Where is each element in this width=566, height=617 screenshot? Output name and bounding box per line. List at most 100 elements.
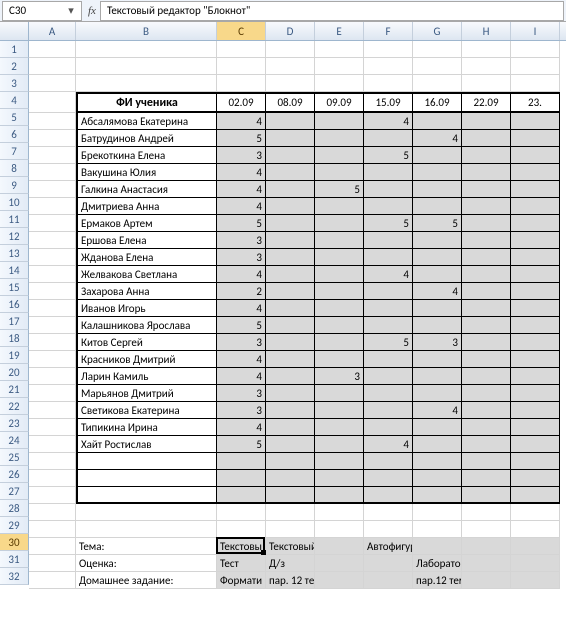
cell[interactable] — [462, 470, 511, 487]
row-header-25[interactable]: 25 — [0, 449, 29, 466]
grade-cell[interactable]: 4 — [364, 436, 413, 453]
cell[interactable] — [511, 521, 560, 538]
student-name[interactable]: Хайт Ростислав — [76, 436, 217, 453]
grade-cell[interactable] — [266, 436, 315, 453]
cell[interactable] — [76, 521, 217, 538]
grade-cell[interactable]: 4 — [217, 164, 266, 181]
cell[interactable] — [29, 334, 76, 351]
cell[interactable] — [29, 504, 76, 521]
grade-cell[interactable]: 2 — [217, 283, 266, 300]
cell[interactable] — [315, 521, 364, 538]
cell[interactable] — [217, 504, 266, 521]
grade-cell[interactable] — [462, 198, 511, 215]
row-header-27[interactable]: 27 — [0, 483, 29, 500]
grade-cell[interactable] — [364, 317, 413, 334]
row-header-14[interactable]: 14 — [0, 262, 29, 279]
grade-cell[interactable] — [511, 300, 560, 317]
grade-cell[interactable] — [462, 334, 511, 351]
cell[interactable] — [266, 470, 315, 487]
grade-cell[interactable] — [511, 317, 560, 334]
grade-cell[interactable] — [266, 249, 315, 266]
grade-cell[interactable] — [315, 300, 364, 317]
grade-cell[interactable] — [266, 198, 315, 215]
row-header-15[interactable]: 15 — [0, 279, 29, 296]
grade-cell[interactable]: 4 — [217, 266, 266, 283]
grade-cell[interactable]: 4 — [217, 419, 266, 436]
cell[interactable] — [29, 402, 76, 419]
cell[interactable] — [266, 504, 315, 521]
bottom-cell[interactable]: пар. 12 тема 2 — [266, 572, 315, 589]
grade-cell[interactable] — [413, 232, 462, 249]
cell[interactable] — [217, 75, 266, 92]
cell[interactable] — [462, 487, 511, 504]
row-header-31[interactable]: 31 — [0, 551, 29, 568]
bottom-cell[interactable]: Д/з — [266, 555, 315, 572]
grade-cell[interactable]: 4 — [217, 351, 266, 368]
cell[interactable] — [29, 164, 76, 181]
grade-cell[interactable] — [413, 351, 462, 368]
cell[interactable] — [29, 181, 76, 198]
row-header-21[interactable]: 21 — [0, 381, 29, 398]
grade-cell[interactable] — [511, 215, 560, 232]
grade-cell[interactable] — [413, 198, 462, 215]
grade-cell[interactable] — [413, 317, 462, 334]
grade-cell[interactable] — [462, 300, 511, 317]
grade-cell[interactable]: 3 — [217, 232, 266, 249]
bottom-cell[interactable] — [462, 538, 511, 555]
cell[interactable] — [511, 470, 560, 487]
bottom-cell[interactable] — [462, 555, 511, 572]
grade-cell[interactable] — [315, 317, 364, 334]
grade-cell[interactable] — [413, 300, 462, 317]
grade-cell[interactable] — [315, 198, 364, 215]
grade-cell[interactable] — [462, 385, 511, 402]
cell[interactable] — [29, 487, 76, 504]
grade-cell[interactable] — [315, 351, 364, 368]
grade-cell[interactable] — [266, 300, 315, 317]
grade-cell[interactable] — [462, 215, 511, 232]
cell[interactable] — [315, 41, 364, 58]
cell[interactable] — [76, 75, 217, 92]
grade-cell[interactable]: 3 — [217, 249, 266, 266]
grade-cell[interactable] — [413, 436, 462, 453]
grade-cell[interactable] — [266, 232, 315, 249]
grade-cell[interactable] — [315, 130, 364, 147]
cell[interactable] — [29, 198, 76, 215]
cell[interactable] — [217, 521, 266, 538]
grade-cell[interactable] — [413, 419, 462, 436]
grade-cell[interactable] — [364, 385, 413, 402]
grade-cell[interactable] — [266, 385, 315, 402]
header-date[interactable]: 02.09 — [217, 92, 266, 113]
student-name[interactable]: Марьянов Дмитрий — [76, 385, 217, 402]
grade-cell[interactable] — [266, 402, 315, 419]
cell[interactable] — [266, 453, 315, 470]
grade-cell[interactable] — [462, 266, 511, 283]
cell[interactable] — [315, 504, 364, 521]
cell[interactable] — [315, 470, 364, 487]
cell[interactable] — [413, 75, 462, 92]
grade-cell[interactable]: 4 — [413, 283, 462, 300]
cell[interactable] — [76, 41, 217, 58]
row-header-13[interactable]: 13 — [0, 245, 29, 262]
header-date[interactable]: 16.09 — [413, 92, 462, 113]
student-name[interactable]: Типикина Ирина — [76, 419, 217, 436]
cell[interactable] — [29, 317, 76, 334]
cell[interactable] — [266, 487, 315, 504]
student-name[interactable]: Ларин Камиль — [76, 368, 217, 385]
grade-cell[interactable] — [413, 181, 462, 198]
grade-cell[interactable]: 3 — [217, 402, 266, 419]
grade-cell[interactable] — [364, 402, 413, 419]
row-header-2[interactable]: 2 — [0, 58, 29, 75]
cell[interactable] — [29, 215, 76, 232]
grade-cell[interactable] — [462, 283, 511, 300]
row-header-3[interactable]: 3 — [0, 75, 29, 92]
row-header-7[interactable]: 7 — [0, 143, 29, 160]
student-name[interactable]: Абсалямова Екатерина — [76, 113, 217, 130]
grade-cell[interactable] — [462, 113, 511, 130]
cell[interactable] — [315, 58, 364, 75]
name-box[interactable]: C30 ▾ — [2, 1, 82, 21]
grade-cell[interactable] — [266, 419, 315, 436]
grade-cell[interactable]: 4 — [364, 266, 413, 283]
row-header-8[interactable]: 8 — [0, 160, 29, 177]
cell[interactable] — [266, 41, 315, 58]
cell[interactable] — [462, 521, 511, 538]
